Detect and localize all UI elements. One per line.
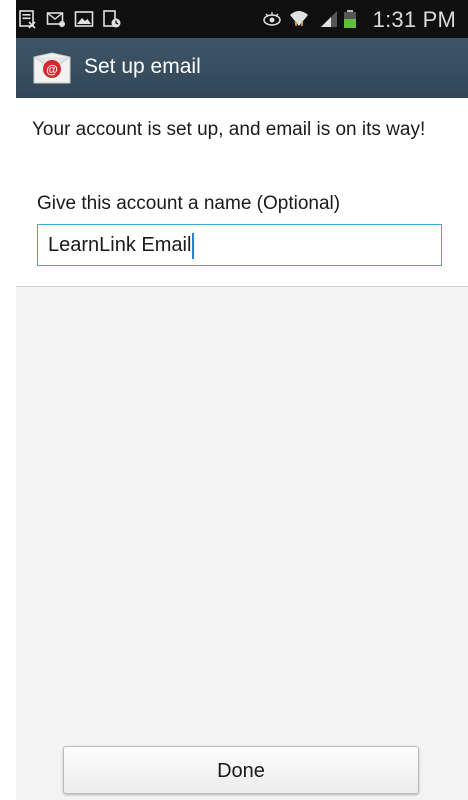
- account-name-input[interactable]: LearnLink Email: [37, 224, 442, 266]
- wifi-icon: [290, 11, 308, 26]
- text-cursor: [192, 232, 195, 259]
- screen: 1:31 PM @ Set up email Your account is s…: [0, 0, 468, 800]
- download-complete-icon: [103, 10, 121, 28]
- action-bar: @ Set up email: [16, 38, 468, 99]
- status-bar: 1:31 PM: [16, 0, 468, 38]
- smart-stay-eye-icon: [263, 12, 281, 26]
- status-time: 1:31 PM: [372, 7, 456, 32]
- done-button[interactable]: Done: [63, 746, 419, 794]
- email-app-icon: @: [33, 52, 71, 84]
- setup-complete-message: Your account is set up, and email is on …: [32, 119, 426, 140]
- gallery-notification-icon: [74, 11, 94, 27]
- notification-news-icon: [19, 10, 36, 29]
- signal-icon: [321, 11, 337, 27]
- battery-icon: [344, 10, 356, 28]
- account-name-label: Give this account a name (Optional): [37, 193, 341, 214]
- account-name-value: LearnLink Email: [48, 234, 192, 256]
- svg-text:@: @: [46, 63, 58, 77]
- email-notification-icon: [46, 12, 65, 27]
- page-title: Set up email: [84, 55, 201, 78]
- account-setup-form: Your account is set up, and email is on …: [16, 98, 468, 287]
- app-window: 1:31 PM @ Set up email Your account is s…: [16, 0, 468, 800]
